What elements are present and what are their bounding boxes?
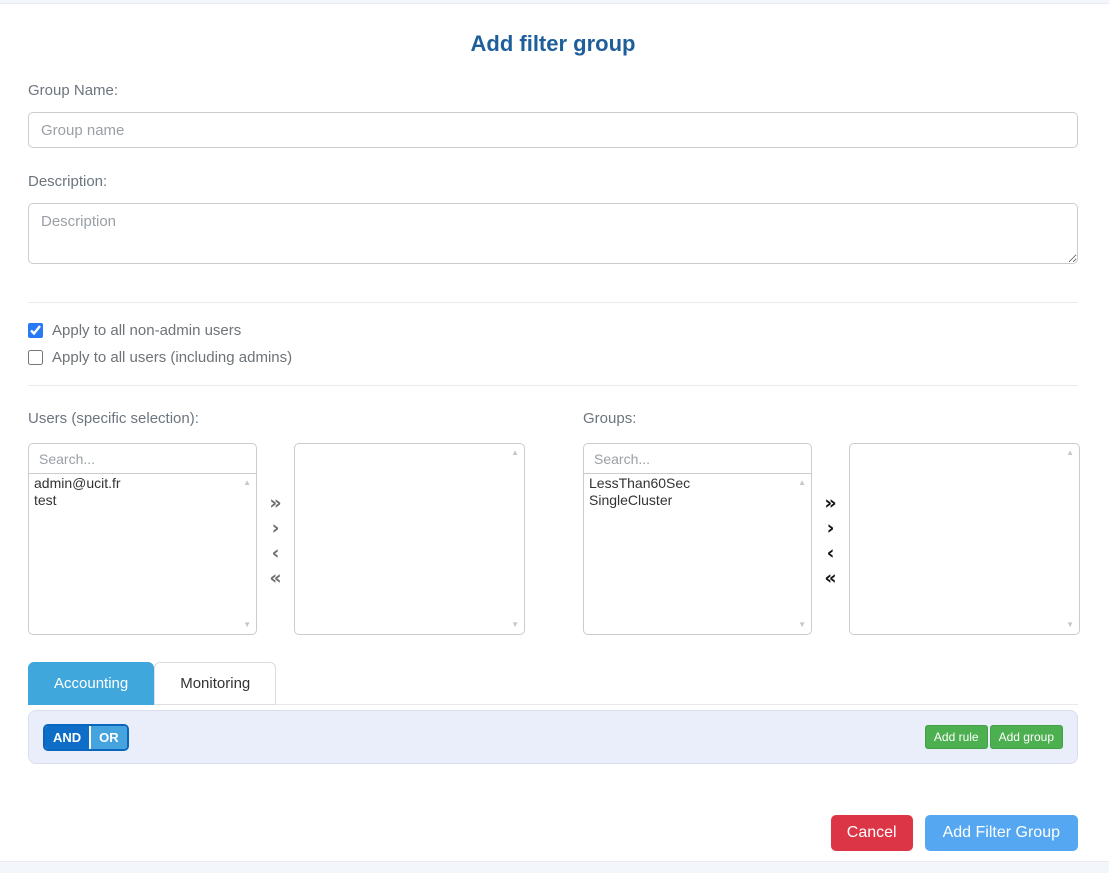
group-name-label: Group Name:	[28, 82, 1078, 99]
groups-move-right-button[interactable]: ›	[825, 516, 837, 541]
or-button[interactable]: OR	[91, 726, 127, 749]
users-available-item[interactable]: test	[34, 492, 256, 509]
users-move-all-right-button[interactable]: »	[267, 491, 283, 516]
users-picker-label: Users (specific selection):	[28, 410, 525, 427]
groups-available-list[interactable]: LessThan60Sec SingleCluster ▲ ▼	[583, 474, 812, 635]
all-users-checkbox-row: Apply to all users (including admins)	[28, 349, 1078, 366]
groups-picker: Groups: LessThan60Sec SingleCluster ▲ ▼ …	[583, 410, 1080, 635]
users-available-list[interactable]: admin@ucit.fr test ▲ ▼	[28, 474, 257, 635]
scrollbar-down-icon[interactable]: ▼	[511, 621, 519, 629]
groups-selected-list[interactable]: ▲ ▼	[849, 443, 1080, 635]
group-name-input[interactable]	[28, 112, 1078, 148]
non-admin-checkbox[interactable]	[28, 323, 43, 338]
description-textarea[interactable]	[28, 203, 1078, 264]
users-move-all-left-button[interactable]: «	[267, 566, 283, 591]
description-label: Description:	[28, 173, 1078, 190]
groups-move-all-right-button[interactable]: »	[822, 491, 838, 516]
users-picker: Users (specific selection): admin@ucit.f…	[28, 410, 525, 635]
page-background-top-strip	[0, 0, 1109, 4]
tab-accounting[interactable]: Accounting	[28, 662, 154, 705]
page-title: Add filter group	[28, 31, 1078, 57]
all-users-checkbox[interactable]	[28, 350, 43, 365]
divider	[28, 302, 1078, 303]
groups-available-item[interactable]: SingleCluster	[589, 492, 811, 509]
cancel-button[interactable]: Cancel	[831, 815, 913, 851]
users-move-left-button[interactable]: ‹	[270, 541, 282, 566]
and-or-toggle: AND OR	[43, 724, 129, 751]
groups-available-item[interactable]: LessThan60Sec	[589, 475, 811, 492]
non-admin-checkbox-row: Apply to all non-admin users	[28, 322, 1078, 339]
divider	[28, 385, 1078, 386]
modal-footer: Cancel Add Filter Group	[28, 815, 1078, 851]
groups-move-left-button[interactable]: ‹	[825, 541, 837, 566]
groups-move-all-left-button[interactable]: «	[822, 566, 838, 591]
add-filter-group-button[interactable]: Add Filter Group	[925, 815, 1078, 851]
users-move-right-button[interactable]: ›	[270, 516, 282, 541]
groups-picker-label: Groups:	[583, 410, 1080, 427]
add-filter-group-modal: Add filter group Group Name: Description…	[0, 31, 1109, 851]
filter-tabs: Accounting Monitoring	[28, 662, 1078, 705]
scrollbar-down-icon[interactable]: ▼	[1066, 621, 1074, 629]
query-builder-panel: AND OR Add rule Add group	[28, 710, 1078, 764]
scrollbar-up-icon[interactable]: ▲	[1066, 449, 1074, 457]
scrollbar-down-icon[interactable]: ▼	[243, 621, 251, 629]
scrollbar-up-icon[interactable]: ▲	[243, 479, 251, 487]
add-rule-button[interactable]: Add rule	[925, 725, 988, 749]
tab-monitoring[interactable]: Monitoring	[154, 662, 276, 705]
scrollbar-down-icon[interactable]: ▼	[798, 621, 806, 629]
scrollbar-up-icon[interactable]: ▲	[511, 449, 519, 457]
non-admin-checkbox-label: Apply to all non-admin users	[52, 322, 241, 339]
all-users-checkbox-label: Apply to all users (including admins)	[52, 349, 292, 366]
users-selected-list[interactable]: ▲ ▼	[294, 443, 525, 635]
users-available-item[interactable]: admin@ucit.fr	[34, 475, 256, 492]
users-search-input[interactable]	[28, 443, 257, 474]
page-background-bottom-strip	[0, 861, 1109, 873]
add-group-button[interactable]: Add group	[990, 725, 1063, 749]
and-button[interactable]: AND	[45, 726, 89, 749]
scrollbar-up-icon[interactable]: ▲	[798, 479, 806, 487]
groups-search-input[interactable]	[583, 443, 812, 474]
